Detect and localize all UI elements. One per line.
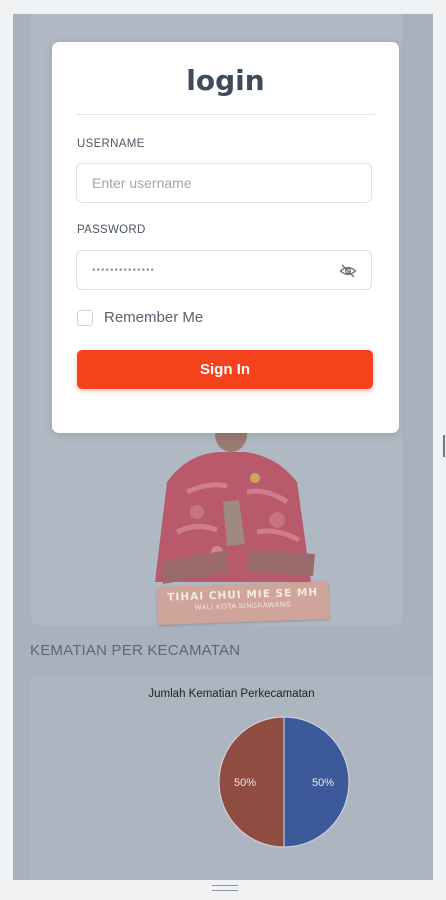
password-input[interactable]: [77, 251, 332, 289]
username-input[interactable]: [77, 164, 332, 202]
username-field-wrapper: [76, 163, 372, 203]
signin-button[interactable]: Sign In: [77, 350, 373, 389]
resize-handle[interactable]: [212, 885, 238, 891]
divider: [76, 114, 375, 115]
pie-label-0: 50%: [312, 777, 334, 789]
password-field-wrapper: [76, 250, 372, 290]
pie-chart: 50% 50%: [218, 716, 350, 848]
password-label: PASSWORD: [77, 224, 146, 236]
login-title: login: [186, 64, 265, 97]
scroll-edge: [443, 435, 445, 457]
remember-checkbox[interactable]: [77, 310, 93, 326]
section-title: KEMATIAN PER KECAMATAN: [30, 642, 241, 659]
username-label: USERNAME: [77, 138, 145, 150]
eye-off-icon[interactable]: [339, 262, 357, 280]
name-banner: TIHAI CHUI MIE SE MH WALI KOTA SINGKAWAN…: [156, 581, 330, 625]
remember-label: Remember Me: [104, 309, 204, 326]
pie-label-1: 50%: [234, 777, 256, 789]
pie-chart-card: Jumlah Kematian Perkecamatan 50% 50%: [30, 678, 433, 880]
login-card: login USERNAME PASSWORD Remember Me Sign…: [52, 42, 399, 433]
